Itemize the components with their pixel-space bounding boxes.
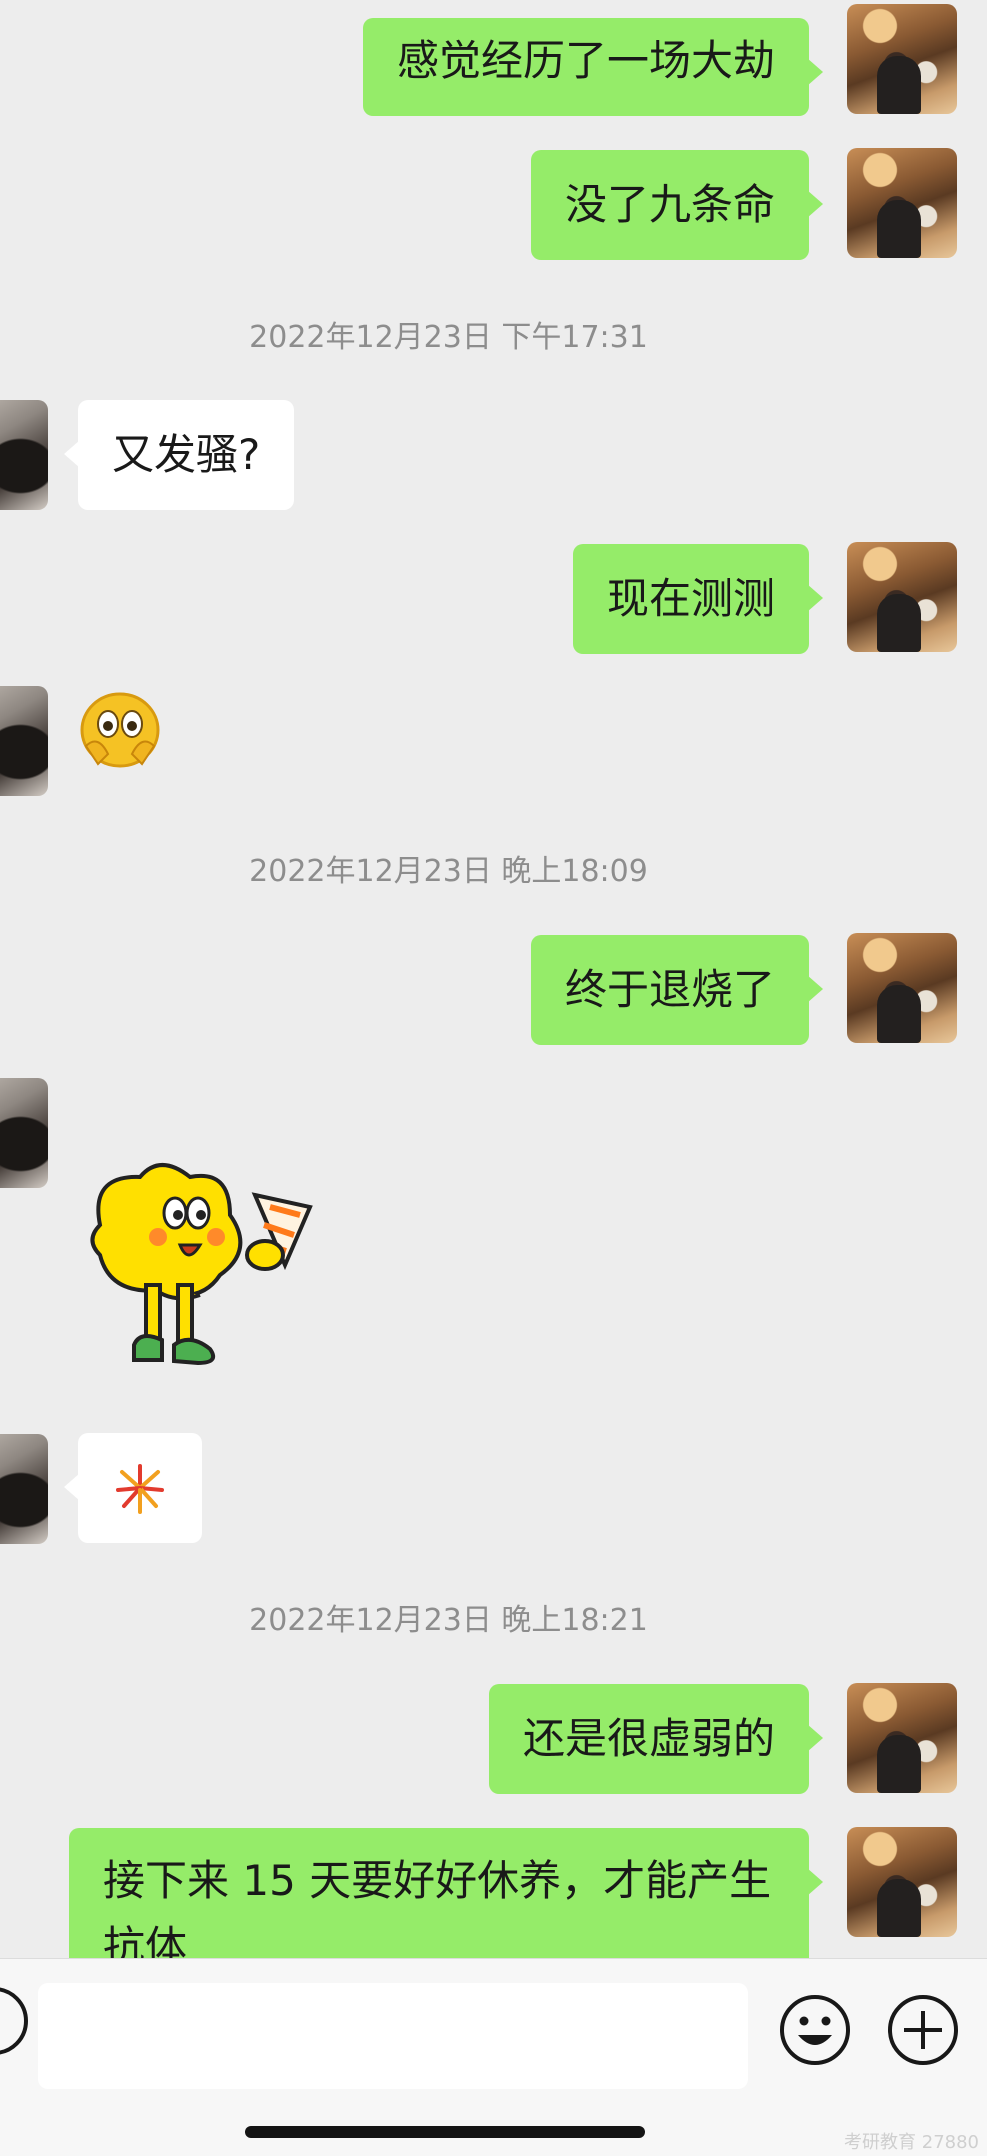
voice-icon[interactable] <box>0 1987 28 2055</box>
timestamp: 2022年12月23日 晚上18:09 <box>249 854 648 889</box>
input-bar: 考研教育 27880 <box>0 1958 987 2156</box>
message-text: 又发骚? <box>112 430 261 479</box>
avatar-me[interactable] <box>847 4 957 114</box>
fireworks-emoji-icon <box>116 1464 164 1514</box>
message-bubble-sent[interactable]: 还是很虚弱的 <box>488 1684 824 1794</box>
message-text: 接下来 15 天要好好休养，才能产生抗体 <box>103 1856 772 1958</box>
watermark: 考研教育 27880 <box>844 2132 979 2153</box>
avatar-contact[interactable] <box>0 1078 48 1188</box>
avatar-contact[interactable] <box>0 1434 48 1544</box>
message-bubble-sent[interactable]: 感觉经历了一场大劫 <box>362 18 824 116</box>
message-text: 终于退烧了 <box>564 965 775 1014</box>
message-bubble-received[interactable]: 又发骚? <box>63 400 295 510</box>
message-bubble-sent[interactable]: 接下来 15 天要好好休养，才能产生抗体 <box>69 1828 823 1958</box>
timestamp: 2022年12月23日 下午17:31 <box>249 320 648 355</box>
message-bubble-sent[interactable]: 终于退烧了 <box>530 935 824 1045</box>
message-bubble-sent[interactable]: 没了九条命 <box>530 150 824 260</box>
peeking-face-emoji-icon[interactable] <box>78 688 162 772</box>
avatar-me[interactable] <box>847 933 957 1043</box>
message-input[interactable] <box>38 1983 748 2089</box>
chat-area: 感觉经历了一场大劫 没了九条命 2022年12月23日 下午17:31 又发骚?… <box>0 0 987 1958</box>
timestamp: 2022年12月23日 晚上18:21 <box>249 1603 648 1638</box>
avatar-contact[interactable] <box>0 400 48 510</box>
message-text: 没了九条命 <box>564 180 775 229</box>
message-text: 感觉经历了一场大劫 <box>396 36 775 85</box>
avatar-me[interactable] <box>847 542 957 652</box>
message-bubble-sent[interactable]: 现在测测 <box>572 544 824 654</box>
avatar-me[interactable] <box>847 148 957 258</box>
message-text: 现在测测 <box>606 574 775 623</box>
avatar-me[interactable] <box>847 1827 957 1937</box>
message-bubble-received[interactable] <box>64 1433 202 1543</box>
message-text: 还是很虚弱的 <box>522 1714 775 1763</box>
home-indicator <box>245 2126 645 2138</box>
yellow-character-sticker-icon[interactable] <box>80 1155 320 1395</box>
avatar-contact[interactable] <box>0 686 48 796</box>
avatar-me[interactable] <box>847 1683 957 1793</box>
smiley-face-icon[interactable] <box>778 1993 852 2067</box>
plus-icon[interactable] <box>886 1993 960 2067</box>
